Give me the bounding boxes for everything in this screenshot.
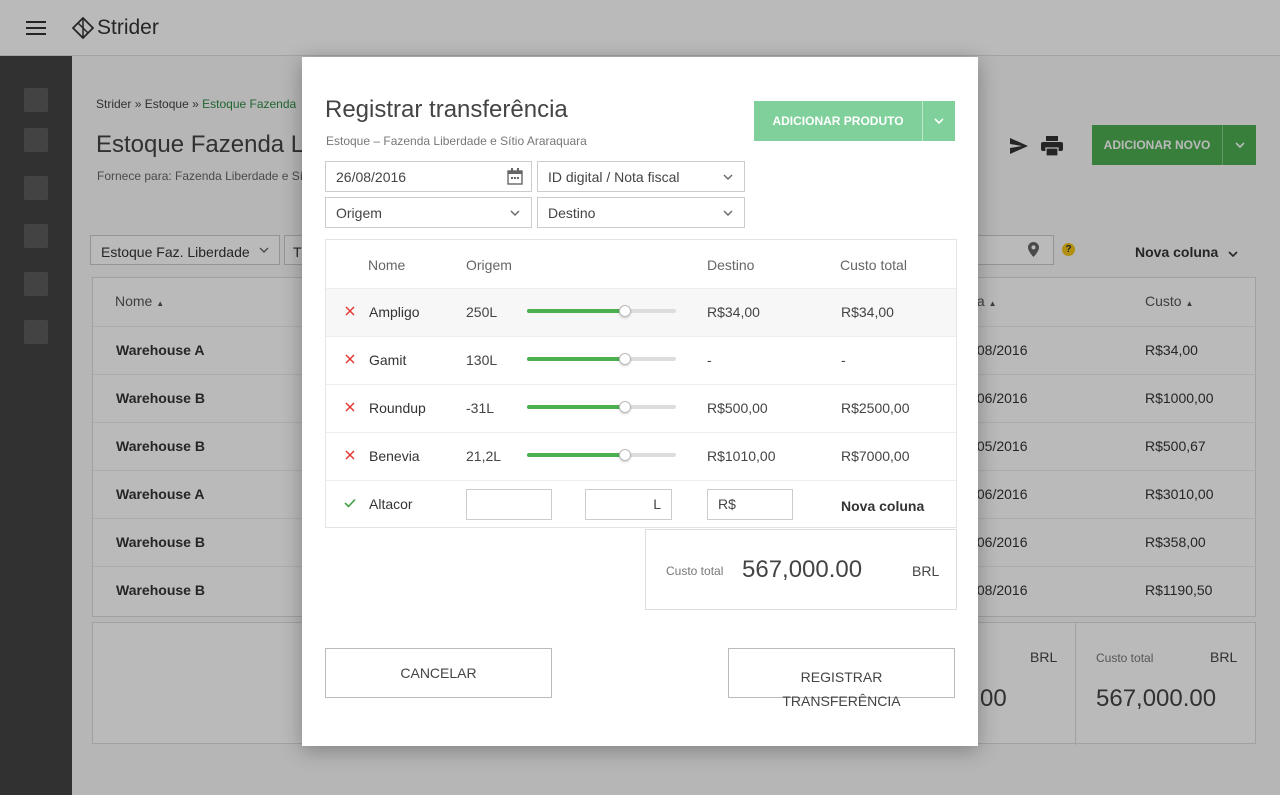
product-name: Roundup [369, 400, 426, 416]
product-row: Benevia 21,2L R$1010,00 R$7000,00 [326, 432, 956, 480]
product-name: Benevia [369, 448, 420, 464]
product-destination: R$1010,00 [707, 448, 776, 464]
register-label: TRANSFERÊNCIA [782, 693, 901, 709]
destination-select[interactable]: Destino [537, 197, 745, 228]
cancel-label: CANCELAR [400, 665, 477, 681]
product-origin-qty: -31L [466, 400, 495, 416]
slider-fill [527, 357, 626, 361]
quantity-slider[interactable] [527, 305, 676, 317]
chevron-down-icon [510, 210, 520, 216]
date-value: 26/08/2016 [336, 169, 407, 185]
destination-value: Destino [548, 205, 596, 221]
product-row: Roundup -31L R$500,00 R$2500,00 [326, 384, 956, 432]
destination-cost-input[interactable]: R$ [707, 489, 793, 520]
add-product-button[interactable]: ADICIONAR PRODUTO [754, 101, 955, 141]
product-name: Gamit [369, 352, 407, 368]
product-total-cost: - [841, 352, 846, 368]
product-total-cost: R$2500,00 [841, 400, 910, 416]
origin-select[interactable]: Origem [325, 197, 532, 228]
column-header-destination: Destino [707, 257, 755, 273]
currency-prefix: R$ [718, 496, 736, 512]
product-origin-qty: 130L [466, 352, 498, 368]
total-cost-label: Custo total [666, 564, 724, 578]
close-icon[interactable] [344, 449, 356, 461]
slider-fill [527, 453, 626, 457]
document-type-select[interactable]: ID digital / Nota fiscal [537, 161, 745, 192]
product-destination: R$34,00 [707, 304, 760, 320]
slider-fill [527, 405, 626, 409]
slider-thumb[interactable] [619, 449, 632, 461]
close-icon[interactable] [344, 305, 356, 317]
product-origin-qty: 21,2L [466, 448, 502, 464]
product-origin-qty: 250L [466, 304, 498, 320]
column-header-name: Nome [368, 257, 406, 273]
new-product-row: Altacor L R$ Nova coluna [326, 480, 956, 528]
slider-thumb[interactable] [619, 353, 632, 365]
register-transfer-button[interactable]: REGISTRAR TRANSFERÊNCIA [728, 648, 955, 709]
chevron-down-icon [723, 174, 733, 180]
quantity-slider[interactable] [527, 449, 676, 461]
document-type-value: ID digital / Nota fiscal [548, 169, 680, 185]
new-column-label[interactable]: Nova coluna [841, 498, 924, 514]
product-total-cost: R$7000,00 [841, 448, 910, 464]
calendar-icon[interactable] [507, 168, 523, 185]
chevron-down-icon[interactable] [922, 101, 955, 141]
product-row: Ampligo 250L R$34,00 R$34,00 [326, 288, 956, 336]
chevron-down-icon [723, 210, 733, 216]
product-row: Gamit 130L - - [326, 336, 956, 384]
column-header-total-cost: Custo total [840, 257, 907, 273]
transfer-modal: Registrar transferência Estoque – Fazend… [302, 57, 978, 746]
slider-fill [527, 309, 626, 313]
column-header-origin: Origem [466, 257, 512, 273]
register-label: REGISTRAR [800, 669, 883, 685]
modal-subtitle: Estoque – Fazenda Liberdade e Sítio Arar… [326, 134, 587, 148]
product-name: Altacor [369, 496, 413, 512]
total-cost-box: Custo total 567,000.00 BRL [645, 529, 957, 610]
modal-title: Registrar transferência [325, 96, 568, 123]
slider-thumb[interactable] [619, 305, 632, 317]
check-icon[interactable] [344, 497, 356, 509]
slider-thumb[interactable] [619, 401, 632, 413]
product-destination: R$500,00 [707, 400, 768, 416]
total-cost-value: 567,000.00 [742, 556, 863, 583]
date-field[interactable]: 26/08/2016 [325, 161, 532, 192]
unit-suffix: L [653, 496, 661, 512]
close-icon[interactable] [344, 353, 356, 365]
quantity-slider[interactable] [527, 353, 676, 365]
close-icon[interactable] [344, 401, 356, 413]
cancel-button[interactable]: CANCELAR [325, 648, 552, 698]
quantity-slider[interactable] [527, 401, 676, 413]
add-product-label: ADICIONAR PRODUTO [772, 114, 904, 128]
origin-value: Origem [336, 205, 382, 221]
transfer-products-table: Nome Origem Destino Custo total Ampligo … [325, 239, 957, 528]
product-destination: - [707, 352, 712, 368]
origin-quantity-input[interactable] [466, 489, 552, 520]
total-cost-currency: BRL [912, 563, 940, 579]
product-total-cost: R$34,00 [841, 304, 894, 320]
product-name: Ampligo [369, 304, 420, 320]
transfer-quantity-input[interactable]: L [585, 489, 672, 520]
